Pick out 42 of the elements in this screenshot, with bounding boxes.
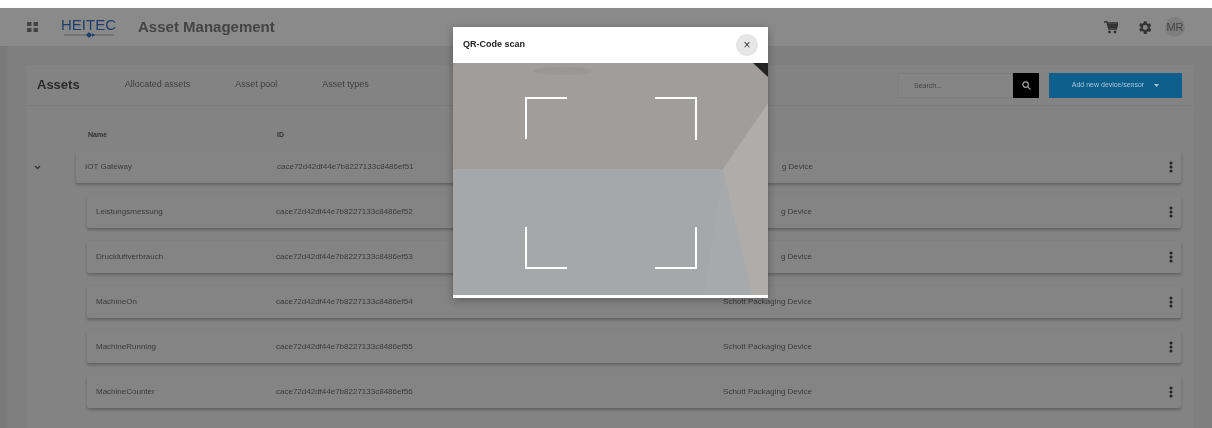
caret-icon bbox=[1154, 83, 1160, 87]
asset-id: cace72d42df44e7b8227133c8486ef56 bbox=[276, 386, 414, 398]
app-grid-icon[interactable] bbox=[27, 22, 38, 32]
asset-row[interactable]: MachineRunning cace72d42df44e7b8227133c8486ef55 Schott Packaging Device bbox=[87, 331, 1181, 363]
logo-mark-icon bbox=[63, 31, 114, 38]
asset-type: Schott Packaging Device bbox=[722, 386, 812, 398]
asset-name: MachineRunning bbox=[96, 341, 158, 353]
more-options-icon[interactable] bbox=[1169, 296, 1173, 308]
tab[interactable]: Assets bbox=[37, 75, 80, 95]
asset-type: g Device bbox=[780, 161, 813, 173]
search-icon bbox=[1021, 80, 1031, 90]
asset-row[interactable]: MachineCounter cace72d42df44e7b8227133c8486ef56 Schott Packaging Device bbox=[87, 376, 1181, 408]
user-avatar[interactable]: MR bbox=[1165, 17, 1185, 37]
asset-name: MachineOn bbox=[96, 296, 138, 308]
more-options-icon[interactable] bbox=[1169, 206, 1173, 218]
asset-id: cace72d42df44e7b8227133c8486ef54 bbox=[276, 296, 414, 308]
tab[interactable]: Allocated assets bbox=[124, 78, 191, 92]
more-options-icon[interactable] bbox=[1169, 251, 1173, 263]
chevron-down-icon[interactable] bbox=[34, 163, 41, 171]
settings-icon[interactable] bbox=[1136, 18, 1153, 36]
tab[interactable]: Asset pool bbox=[235, 78, 278, 92]
asset-id: cace72d42df44e7b8227133c8486ef52 bbox=[276, 206, 414, 218]
app-title: Asset Management bbox=[138, 16, 275, 37]
asset-id: cace72d42df44e7b8227133c8486ef51 bbox=[277, 161, 415, 173]
asset-name: MachineCounter bbox=[96, 386, 156, 398]
tab[interactable]: Asset types bbox=[322, 78, 369, 92]
asset-id: cace72d42df44e7b8227133c8486ef55 bbox=[276, 341, 414, 353]
more-options-icon[interactable] bbox=[1169, 341, 1173, 353]
more-options-icon[interactable] bbox=[1169, 386, 1173, 398]
search-button[interactable] bbox=[1013, 72, 1039, 98]
asset-name: Leistungsmessung bbox=[96, 206, 164, 218]
asset-type: Schott Packaging Device bbox=[722, 341, 812, 353]
asset-name: Druckluftverbrauch bbox=[96, 251, 165, 263]
asset-id: cace72d42df44e7b8227133c8486ef53 bbox=[276, 251, 414, 263]
more-options-icon[interactable] bbox=[1169, 161, 1173, 173]
asset-type: g Device bbox=[779, 251, 812, 263]
cart-icon[interactable] bbox=[1104, 20, 1118, 34]
dialog-title: QR-Code scan bbox=[463, 38, 525, 52]
close-button[interactable]: × bbox=[736, 34, 758, 56]
logo-text: HEITEC bbox=[61, 16, 116, 32]
asset-type: g Device bbox=[779, 206, 812, 218]
asset-name: IOT Gateway bbox=[85, 161, 133, 173]
